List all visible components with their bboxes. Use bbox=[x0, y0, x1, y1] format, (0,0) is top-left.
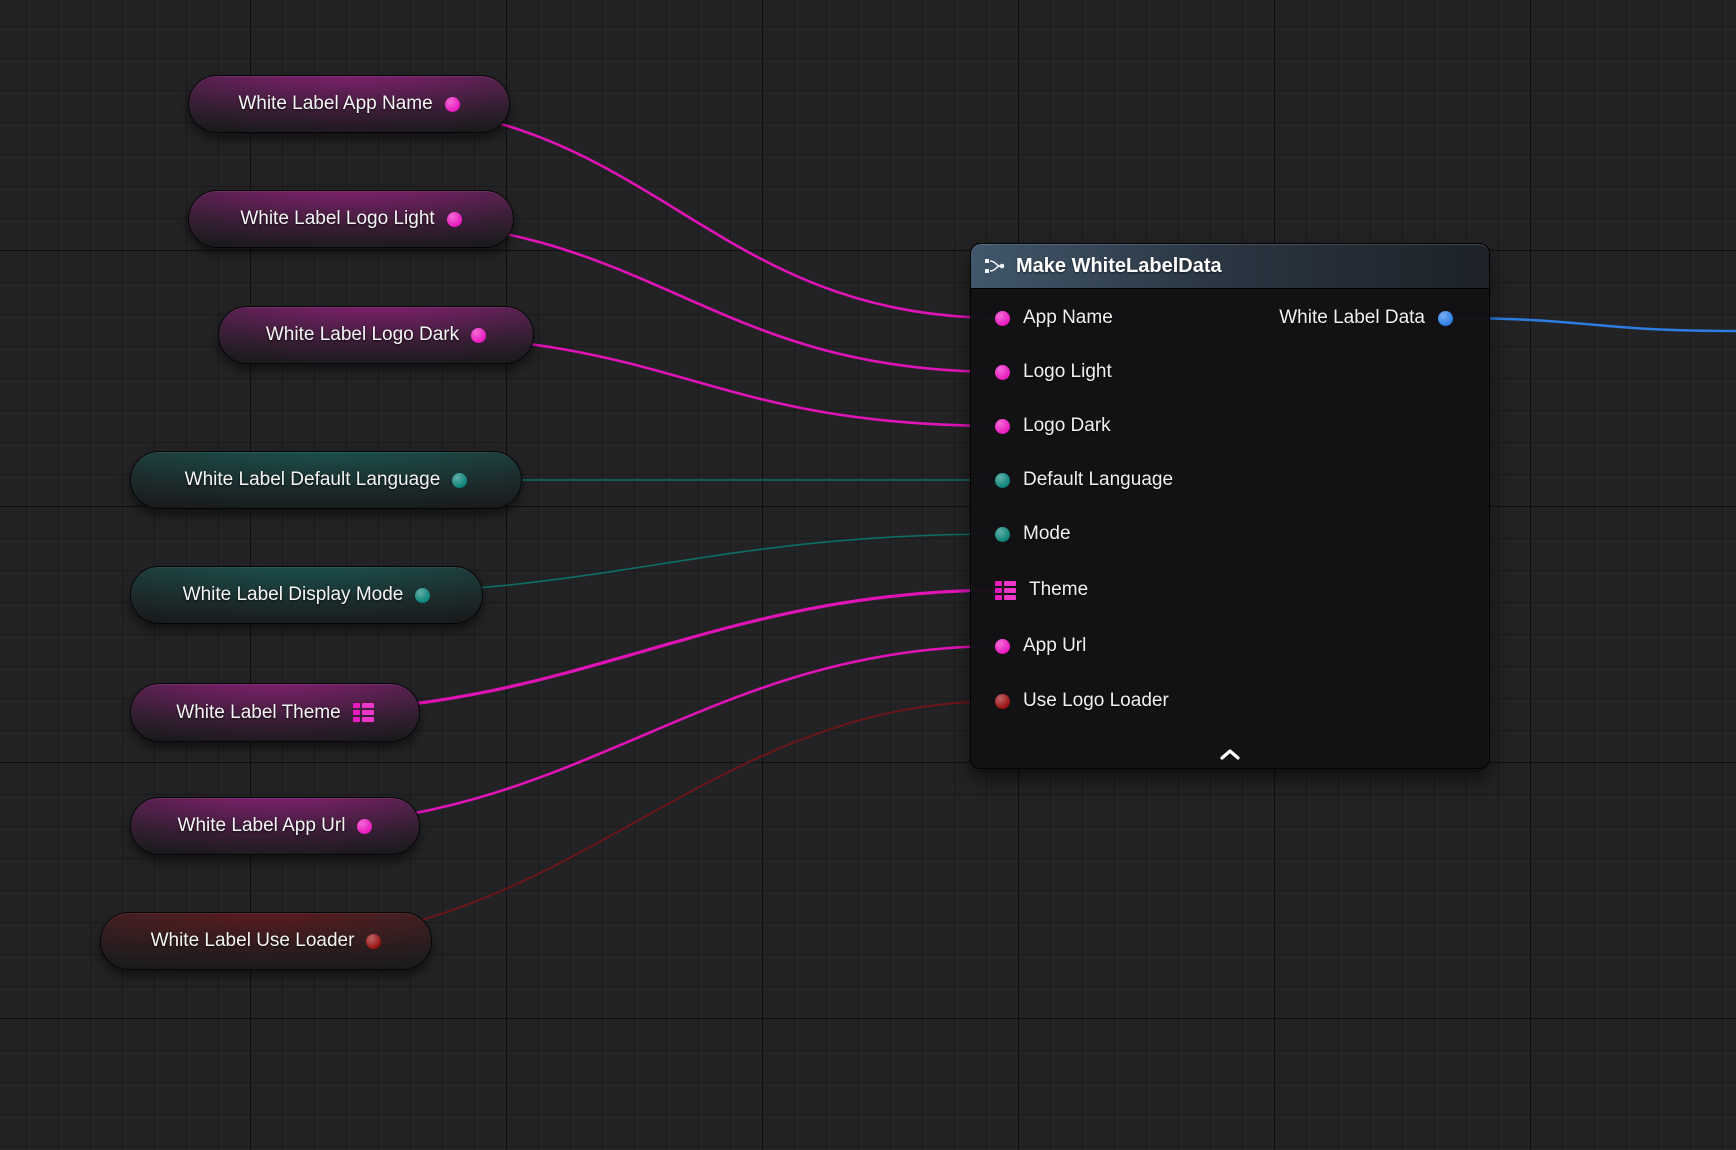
output-pin-map-icon[interactable] bbox=[353, 703, 374, 722]
input-pin-row: Mode bbox=[995, 523, 1071, 545]
input-pin[interactable] bbox=[995, 694, 1010, 709]
output-pin[interactable] bbox=[415, 588, 430, 603]
variable-node-default-language[interactable]: White Label Default Language bbox=[130, 451, 522, 509]
input-pin-row: App Name bbox=[995, 307, 1113, 329]
input-pin[interactable] bbox=[995, 419, 1010, 434]
map-pin-cell bbox=[995, 595, 1002, 600]
map-pin-cell bbox=[995, 588, 1002, 593]
output-pin[interactable] bbox=[471, 328, 486, 343]
input-pin-row: Use Logo Loader bbox=[995, 690, 1169, 712]
output-pin[interactable] bbox=[357, 819, 372, 834]
output-pin[interactable] bbox=[445, 97, 460, 112]
map-pin-cell bbox=[362, 703, 374, 708]
input-pin-label: Theme bbox=[1029, 579, 1088, 601]
make-struct-icon bbox=[984, 257, 1006, 275]
make-whitelabeldata-node[interactable]: Make WhiteLabelData App Name Logo Light Log… bbox=[970, 243, 1490, 769]
input-pin-row: Logo Light bbox=[995, 361, 1112, 383]
map-pin-cell bbox=[1004, 581, 1016, 586]
input-pin[interactable] bbox=[995, 473, 1010, 488]
output-pin-row: White Label Data bbox=[1279, 307, 1453, 329]
input-pin[interactable] bbox=[995, 365, 1010, 380]
variable-node-label: White Label App Url bbox=[178, 815, 346, 837]
collapse-node-button[interactable] bbox=[1208, 745, 1252, 763]
map-pin-cell bbox=[1004, 595, 1016, 600]
variable-node-label: White Label Default Language bbox=[185, 469, 441, 491]
blueprint-graph-canvas[interactable]: White Label App Name White Label Logo Lig… bbox=[0, 0, 1736, 1150]
output-pin[interactable] bbox=[1438, 311, 1453, 326]
input-pin-map-icon[interactable] bbox=[995, 581, 1016, 600]
node-header[interactable]: Make WhiteLabelData bbox=[971, 244, 1489, 289]
input-pin-label: Logo Dark bbox=[1023, 415, 1111, 437]
variable-node-logo-dark[interactable]: White Label Logo Dark bbox=[218, 306, 534, 364]
input-pin-label: Mode bbox=[1023, 523, 1071, 545]
variable-node-app-url[interactable]: White Label App Url bbox=[130, 797, 420, 855]
input-pin-label: Default Language bbox=[1023, 469, 1173, 491]
input-pin-row: Logo Dark bbox=[995, 415, 1111, 437]
variable-node-theme[interactable]: White Label Theme bbox=[130, 683, 420, 742]
input-pin-label: App Url bbox=[1023, 635, 1086, 657]
map-pin-cell bbox=[353, 717, 360, 722]
variable-node-label: White Label App Name bbox=[238, 93, 432, 115]
output-pin[interactable] bbox=[447, 212, 462, 227]
map-pin-cell bbox=[995, 581, 1002, 586]
variable-node-label: White Label Theme bbox=[176, 702, 340, 724]
input-pin-row: App Url bbox=[995, 635, 1086, 657]
variable-node-label: White Label Logo Light bbox=[240, 208, 434, 230]
variable-node-use-loader[interactable]: White Label Use Loader bbox=[100, 912, 432, 970]
output-pin[interactable] bbox=[452, 473, 467, 488]
map-pin-cell bbox=[1004, 588, 1016, 593]
input-pin[interactable] bbox=[995, 639, 1010, 654]
input-pin-label: App Name bbox=[1023, 307, 1113, 329]
variable-node-label: White Label Use Loader bbox=[151, 930, 355, 952]
input-pin[interactable] bbox=[995, 527, 1010, 542]
map-pin-cell bbox=[353, 703, 360, 708]
map-pin-cell bbox=[362, 717, 374, 722]
input-pin-row: Default Language bbox=[995, 469, 1173, 491]
input-pin-label: Logo Light bbox=[1023, 361, 1112, 383]
variable-node-logo-light[interactable]: White Label Logo Light bbox=[188, 190, 514, 248]
input-pin[interactable] bbox=[995, 311, 1010, 326]
output-pin[interactable] bbox=[366, 934, 381, 949]
node-title: Make WhiteLabelData bbox=[1016, 255, 1222, 278]
input-pin-label: Use Logo Loader bbox=[1023, 690, 1169, 712]
variable-node-label: White Label Display Mode bbox=[183, 584, 404, 606]
output-pin-label: White Label Data bbox=[1279, 307, 1425, 329]
map-pin-cell bbox=[362, 710, 374, 715]
map-pin-cell bbox=[353, 710, 360, 715]
variable-node-label: White Label Logo Dark bbox=[266, 324, 459, 346]
node-layer: White Label App Name White Label Logo Lig… bbox=[0, 0, 1736, 1150]
variable-node-display-mode[interactable]: White Label Display Mode bbox=[130, 566, 483, 624]
chevron-up-icon bbox=[1218, 748, 1242, 761]
variable-node-app-name[interactable]: White Label App Name bbox=[188, 75, 510, 133]
input-pin-row: Theme bbox=[995, 579, 1088, 601]
